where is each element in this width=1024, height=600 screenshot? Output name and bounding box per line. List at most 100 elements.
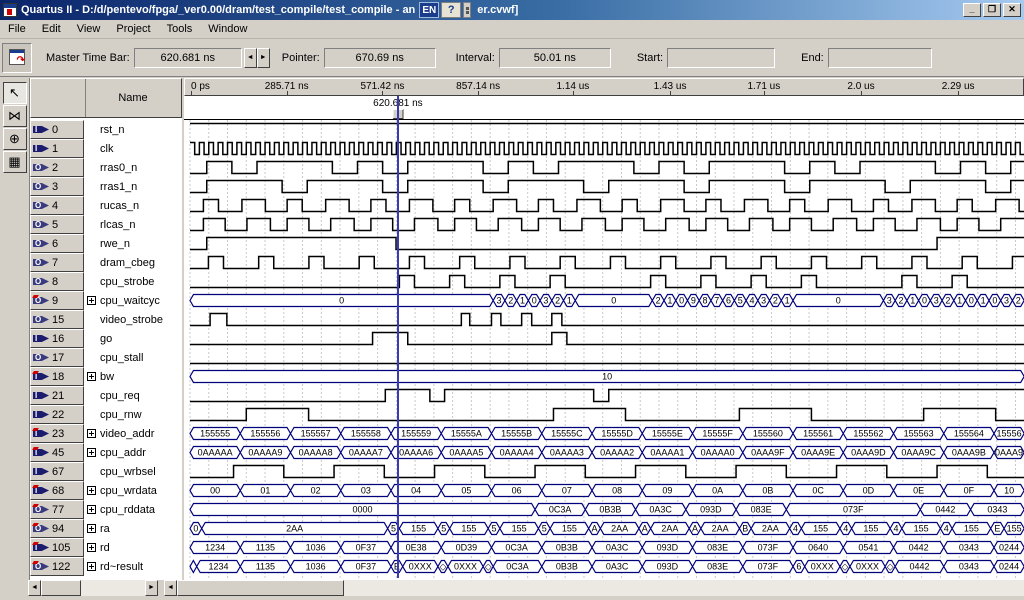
signal-row-rucas_n[interactable]: O4rucas_n <box>30 196 182 215</box>
signal-name-cell[interactable]: clk <box>84 139 182 158</box>
signal-number-badge[interactable]: I21 <box>30 386 84 405</box>
menu-item-tools[interactable]: Tools <box>159 21 201 37</box>
signal-row-cpu_rddata[interactable]: O77cpu_rddata <box>30 500 182 519</box>
signal-row-bw[interactable]: I18bw <box>30 367 182 386</box>
signal-number-badge[interactable]: I67 <box>30 462 84 481</box>
app-icon[interactable] <box>3 3 17 17</box>
signal-number-badge[interactable]: I105 <box>30 538 84 557</box>
signal-number-badge[interactable]: O7 <box>30 253 84 272</box>
signal-row-rlcas_n[interactable]: O5rlcas_n <box>30 215 182 234</box>
full-screen-tool[interactable]: ▦ <box>3 151 27 173</box>
scroll-thumb[interactable] <box>41 580 81 596</box>
waveform-canvas[interactable]: 0321032102109876543210321032101032101555… <box>184 96 1024 578</box>
signal-number-badge[interactable]: O4 <box>30 196 84 215</box>
signal-name-cell[interactable]: cpu_addr <box>84 443 182 462</box>
signal-row-cpu_waitcyc[interactable]: O9cpu_waitcyc <box>30 291 182 310</box>
signal-row-rras0_n[interactable]: O2rras0_n <box>30 158 182 177</box>
expand-plus-icon[interactable] <box>87 429 96 438</box>
menu-item-edit[interactable]: Edit <box>34 21 69 37</box>
signal-name-cell[interactable]: cpu_wrdata <box>84 481 182 500</box>
signal-name-cell[interactable]: rras0_n <box>84 158 182 177</box>
restore-button[interactable]: ❐ <box>983 3 1001 17</box>
signal-row-rd~result[interactable]: O122rd~result <box>30 557 182 576</box>
scroll-left-icon[interactable]: ◄ <box>28 580 41 596</box>
signal-number-badge[interactable]: O5 <box>30 215 84 234</box>
signal-number-badge[interactable]: O122 <box>30 557 84 576</box>
signal-name-cell[interactable]: rwe_n <box>84 234 182 253</box>
signal-number-badge[interactable]: O94 <box>30 519 84 538</box>
end-field[interactable] <box>828 48 932 68</box>
signal-row-rst_n[interactable]: I0rst_n <box>30 120 182 139</box>
signal-number-badge[interactable]: I18 <box>30 367 84 386</box>
menu-item-file[interactable]: File <box>0 21 34 37</box>
minimize-button[interactable]: _ <box>963 3 981 17</box>
signal-row-clk[interactable]: I1clk <box>30 139 182 158</box>
zoom-tool[interactable]: ⊕ <box>3 128 27 150</box>
signal-number-badge[interactable]: O15 <box>30 310 84 329</box>
expand-plus-icon[interactable] <box>87 486 96 495</box>
expand-plus-icon[interactable] <box>87 372 96 381</box>
signal-name-cell[interactable]: rucas_n <box>84 196 182 215</box>
signal-number-badge[interactable]: O17 <box>30 348 84 367</box>
signal-name-cell[interactable]: dram_cbeg <box>84 253 182 272</box>
start-field[interactable] <box>667 48 775 68</box>
signal-row-cpu_wrdata[interactable]: I68cpu_wrdata <box>30 481 182 500</box>
signal-name-cell[interactable]: cpu_rnw <box>84 405 182 424</box>
menu-item-project[interactable]: Project <box>108 21 158 37</box>
signal-number-badge[interactable]: I16 <box>30 329 84 348</box>
signal-name-cell[interactable]: cpu_req <box>84 386 182 405</box>
menu-item-view[interactable]: View <box>69 21 109 37</box>
signal-number-badge[interactable]: I22 <box>30 405 84 424</box>
signal-number-badge[interactable]: O6 <box>30 234 84 253</box>
signal-name-cell[interactable]: video_strobe <box>84 310 182 329</box>
signal-number-badge[interactable]: O3 <box>30 177 84 196</box>
expand-plus-icon[interactable] <box>87 296 96 305</box>
signal-number-badge[interactable]: O2 <box>30 158 84 177</box>
signal-row-cpu_wrbsel[interactable]: I67cpu_wrbsel <box>30 462 182 481</box>
signal-row-video_addr[interactable]: I23video_addr <box>30 424 182 443</box>
expand-plus-icon[interactable] <box>87 562 96 571</box>
names-hscrollbar[interactable]: ◄ ► <box>28 580 158 596</box>
signal-number-badge[interactable]: O77 <box>30 500 84 519</box>
signal-number-badge[interactable]: I68 <box>30 481 84 500</box>
scroll-left-icon[interactable]: ◄ <box>164 580 177 596</box>
expand-plus-icon[interactable] <box>87 524 96 533</box>
signal-row-rd[interactable]: I105rd <box>30 538 182 557</box>
signal-row-cpu_strobe[interactable]: O8cpu_strobe <box>30 272 182 291</box>
expand-plus-icon[interactable] <box>87 448 96 457</box>
expand-plus-icon[interactable] <box>87 543 96 552</box>
signal-number-badge[interactable]: I23 <box>30 424 84 443</box>
signal-name-cell[interactable]: cpu_wrbsel <box>84 462 182 481</box>
signal-number-badge[interactable]: O9 <box>30 291 84 310</box>
signal-name-cell[interactable]: bw <box>84 367 182 386</box>
signal-number-badge[interactable]: I45 <box>30 443 84 462</box>
signal-name-cell[interactable]: cpu_stall <box>84 348 182 367</box>
signal-name-cell[interactable]: cpu_rddata <box>84 500 182 519</box>
signal-number-badge[interactable]: I0 <box>30 120 84 139</box>
master-time-bar-field[interactable]: 620.681 ns <box>134 48 242 68</box>
expand-plus-icon[interactable] <box>87 505 96 514</box>
waveform-file-button[interactable]: ↷ <box>2 43 32 73</box>
signal-row-cpu_addr[interactable]: I45cpu_addr <box>30 443 182 462</box>
waveform-edit-tool[interactable]: ⋈ <box>3 105 27 127</box>
signal-number-badge[interactable]: O8 <box>30 272 84 291</box>
signal-name-cell[interactable]: ra <box>84 519 182 538</box>
waveform-panel[interactable]: 0 ps285.71 ns571.42 ns857.14 ns1.14 us1.… <box>184 78 1024 580</box>
signal-name-cell[interactable]: cpu_strobe <box>84 272 182 291</box>
signal-row-cpu_req[interactable]: I21cpu_req <box>30 386 182 405</box>
wave-hscrollbar[interactable]: ◄ <box>164 580 1024 596</box>
signal-number-badge[interactable]: I1 <box>30 139 84 158</box>
signal-name-cell[interactable]: rd~result <box>84 557 182 576</box>
signal-name-cell[interactable]: rras1_n <box>84 177 182 196</box>
spin-right-icon[interactable]: ► <box>257 48 270 68</box>
spin-left-icon[interactable]: ◄ <box>244 48 257 68</box>
signal-row-video_strobe[interactable]: O15video_strobe <box>30 310 182 329</box>
signal-name-cell[interactable]: rlcas_n <box>84 215 182 234</box>
signal-row-rras1_n[interactable]: O3rras1_n <box>30 177 182 196</box>
menu-item-window[interactable]: Window <box>200 21 255 37</box>
signal-row-rwe_n[interactable]: O6rwe_n <box>30 234 182 253</box>
scroll-thumb[interactable] <box>177 580 344 596</box>
language-help-icon[interactable]: ? <box>441 2 461 18</box>
signal-name-cell[interactable]: rst_n <box>84 120 182 139</box>
language-badge[interactable]: EN <box>419 2 439 18</box>
